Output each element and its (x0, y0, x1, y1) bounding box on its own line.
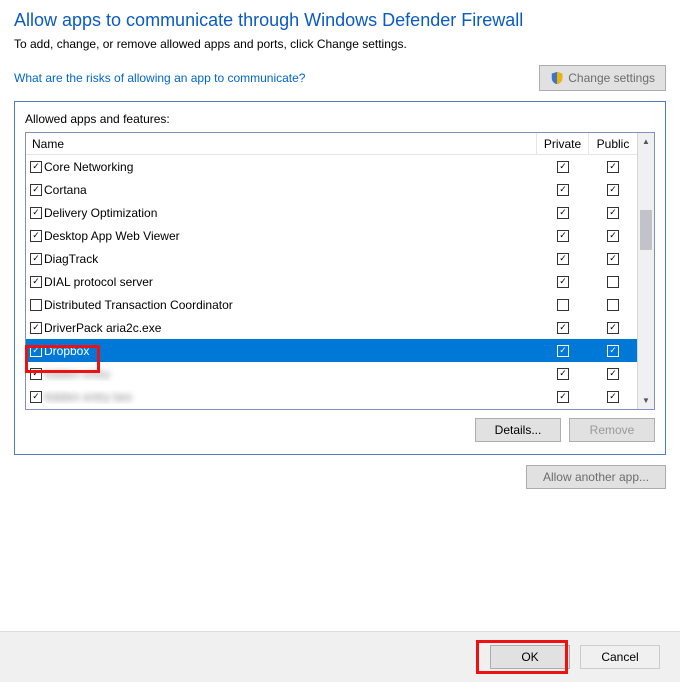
row-public-checkbox[interactable] (607, 253, 619, 265)
allow-another-app-button[interactable]: Allow another app... (526, 465, 666, 489)
row-private-checkbox[interactable] (557, 161, 569, 173)
row-public-checkbox[interactable] (607, 161, 619, 173)
row-enable-checkbox[interactable] (30, 276, 42, 288)
column-header-public[interactable]: Public (589, 133, 637, 154)
scroll-up-button[interactable]: ▲ (638, 133, 654, 150)
row-enable-checkbox[interactable] (30, 207, 42, 219)
row-public-checkbox[interactable] (607, 368, 619, 380)
row-public-checkbox[interactable] (607, 345, 619, 357)
row-label: DIAL protocol server (44, 275, 153, 289)
row-public-checkbox[interactable] (607, 276, 619, 288)
table-row[interactable]: DriverPack aria2c.exe (26, 316, 637, 339)
risk-link[interactable]: What are the risks of allowing an app to… (14, 71, 305, 85)
row-private-checkbox[interactable] (557, 345, 569, 357)
details-button[interactable]: Details... (475, 418, 561, 442)
page-subtitle: To add, change, or remove allowed apps a… (14, 37, 666, 51)
cancel-button[interactable]: Cancel (580, 645, 660, 669)
page-title: Allow apps to communicate through Window… (14, 10, 666, 31)
row-public-checkbox[interactable] (607, 322, 619, 334)
apps-list: Name Private Public Core Networking Corta… (25, 132, 655, 410)
row-public-checkbox[interactable] (607, 230, 619, 242)
column-header-name[interactable]: Name (26, 133, 537, 154)
footer-bar: OK Cancel (0, 632, 680, 682)
change-settings-button[interactable]: Change settings (539, 65, 666, 91)
row-enable-checkbox[interactable] (30, 161, 42, 173)
row-private-checkbox[interactable] (557, 253, 569, 265)
row-private-checkbox[interactable] (557, 391, 569, 403)
row-private-checkbox[interactable] (557, 299, 569, 311)
row-private-checkbox[interactable] (557, 184, 569, 196)
table-row[interactable]: Desktop App Web Viewer (26, 224, 637, 247)
row-public-checkbox[interactable] (607, 299, 619, 311)
row-private-checkbox[interactable] (557, 230, 569, 242)
table-row[interactable]: DiagTrack (26, 247, 637, 270)
column-header-private[interactable]: Private (537, 133, 589, 154)
row-label: hidden entry (44, 367, 110, 381)
remove-button[interactable]: Remove (569, 418, 655, 442)
row-private-checkbox[interactable] (557, 207, 569, 219)
table-row[interactable]: hidden entry two (26, 385, 637, 408)
row-enable-checkbox[interactable] (30, 368, 42, 380)
row-enable-checkbox[interactable] (30, 299, 42, 311)
row-label: DriverPack aria2c.exe (44, 321, 161, 335)
row-label: Distributed Transaction Coordinator (44, 298, 233, 312)
row-private-checkbox[interactable] (557, 322, 569, 334)
row-enable-checkbox[interactable] (30, 345, 42, 357)
table-row[interactable]: DIAL protocol server (26, 270, 637, 293)
table-row[interactable]: Distributed Transaction Coordinator (26, 293, 637, 316)
row-public-checkbox[interactable] (607, 391, 619, 403)
row-enable-checkbox[interactable] (30, 322, 42, 334)
row-label: Desktop App Web Viewer (44, 229, 180, 243)
table-row[interactable]: Cortana (26, 178, 637, 201)
scroll-thumb[interactable] (640, 210, 652, 250)
row-label: Cortana (44, 183, 87, 197)
shield-icon (550, 71, 564, 85)
row-label: Delivery Optimization (44, 206, 157, 220)
table-row[interactable]: Delivery Optimization (26, 201, 637, 224)
group-label: Allowed apps and features: (25, 112, 655, 126)
row-enable-checkbox[interactable] (30, 230, 42, 242)
table-row[interactable]: Dropbox (26, 339, 637, 362)
list-header: Name Private Public (26, 133, 637, 155)
row-enable-checkbox[interactable] (30, 184, 42, 196)
row-private-checkbox[interactable] (557, 368, 569, 380)
row-label: DiagTrack (44, 252, 98, 266)
scroll-down-button[interactable]: ▼ (638, 392, 654, 409)
allowed-apps-group: Allowed apps and features: Name Private … (14, 101, 666, 455)
row-public-checkbox[interactable] (607, 184, 619, 196)
ok-button[interactable]: OK (490, 645, 570, 669)
row-public-checkbox[interactable] (607, 207, 619, 219)
row-label: hidden entry two (44, 390, 132, 404)
scrollbar[interactable]: ▲ ▼ (637, 133, 654, 409)
table-row[interactable]: Core Networking (26, 155, 637, 178)
row-label: Core Networking (44, 160, 133, 174)
scroll-track[interactable] (638, 150, 654, 392)
row-private-checkbox[interactable] (557, 276, 569, 288)
row-enable-checkbox[interactable] (30, 391, 42, 403)
table-row[interactable]: hidden entry (26, 362, 637, 385)
row-label: Dropbox (44, 344, 89, 358)
row-enable-checkbox[interactable] (30, 253, 42, 265)
change-settings-label: Change settings (568, 71, 655, 85)
